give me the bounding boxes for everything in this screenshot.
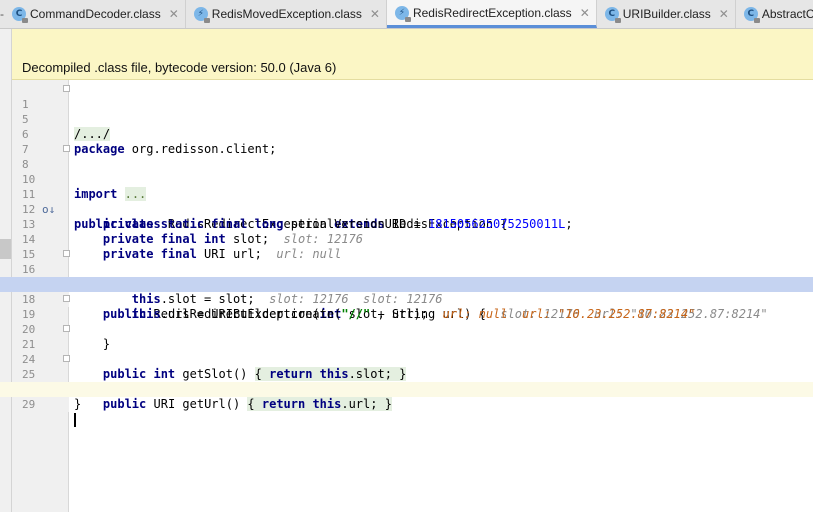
- code-line: 6 package org.redisson.client;: [0, 112, 813, 156]
- class-icon: C: [604, 7, 621, 23]
- editor-tab-bar: - C CommandDecoder.class ✕ ⚡ RedisMovedE…: [0, 0, 813, 29]
- exception-icon: ⚡: [193, 7, 210, 23]
- code-line: 10: [0, 157, 813, 186]
- code-text: }: [74, 397, 82, 411]
- code-text: public URI getUrl() { return this.url; }: [102, 397, 392, 411]
- code-line-current[interactable]: 29: [0, 382, 813, 427]
- code-line: 14 private final URI url; url: null: [0, 217, 813, 261]
- tab-label: RedisRedirectException.class: [412, 5, 572, 20]
- tab-command-decoder[interactable]: C CommandDecoder.class ✕: [4, 0, 186, 28]
- code-line: 8 import ...: [0, 142, 813, 201]
- text-caret: [74, 412, 76, 427]
- code-line: 1 /.../: [0, 82, 813, 141]
- close-icon[interactable]: ✕: [580, 6, 590, 20]
- code-line: 24: [0, 337, 813, 366]
- code-line: 20: [0, 307, 813, 336]
- tab-label: CommandDecoder.class: [30, 7, 161, 21]
- code-line: 21 public int getSlot() { return this.sl…: [0, 322, 813, 381]
- code-line: 12 private static final long serialVersi…: [0, 187, 813, 231]
- code-line: 7: [0, 127, 813, 156]
- line-number: 29: [12, 397, 69, 412]
- fold-icon[interactable]: [63, 145, 70, 152]
- class-icon: C: [12, 7, 28, 23]
- banner-text: Decompiled .class file, bytecode version…: [22, 59, 337, 75]
- fold-icon[interactable]: [63, 295, 70, 302]
- tab-label: RedisMovedException.class: [211, 7, 362, 21]
- tab-redis-redirect-exception[interactable]: ⚡ RedisRedirectException.class ✕: [386, 0, 597, 28]
- fold-icon[interactable]: [63, 325, 70, 332]
- close-icon[interactable]: ✕: [169, 7, 179, 21]
- code-line-highlighted: 18 this.url = URIBuilder.create("//" + u…: [0, 277, 813, 321]
- decompiled-info-banner: Decompiled .class file, bytecode version…: [12, 55, 813, 80]
- class-icon: C: [743, 7, 760, 23]
- close-icon[interactable]: ✕: [719, 7, 729, 21]
- tab-label: URIBuilder.class: [622, 7, 711, 21]
- code-line: 16 @ public RedisRedirectException(int s…: [0, 247, 813, 321]
- tab-label: AbstractCha: [761, 7, 813, 21]
- infobar-background: [12, 29, 813, 55]
- code-line: 19 }: [0, 292, 813, 351]
- fold-icon[interactable]: [63, 355, 70, 362]
- code-line: 5: [0, 97, 813, 126]
- exception-icon: ⚡: [394, 5, 411, 22]
- code-line: 11 o↓ public class RedisRedirectExceptio…: [0, 172, 813, 231]
- code-line: 28 }: [0, 367, 813, 411]
- code-line: 13 private final int slot; slot: 12176: [0, 202, 813, 246]
- fold-icon[interactable]: [63, 250, 70, 257]
- fold-icon[interactable]: [63, 85, 70, 92]
- close-icon[interactable]: ✕: [370, 7, 380, 21]
- tab-abstract-cha[interactable]: C AbstractCha: [736, 0, 813, 28]
- tab-uri-builder[interactable]: C URIBuilder.class ✕: [597, 0, 736, 28]
- tab-redis-moved-exception[interactable]: ⚡ RedisMovedException.class ✕: [186, 0, 387, 28]
- code-line: 17 this.slot = slot; slot: 12176 slot: 1…: [0, 262, 813, 306]
- code-line: 25 public URI getUrl() { return this.url…: [0, 352, 813, 411]
- code-line: 15: [0, 232, 813, 261]
